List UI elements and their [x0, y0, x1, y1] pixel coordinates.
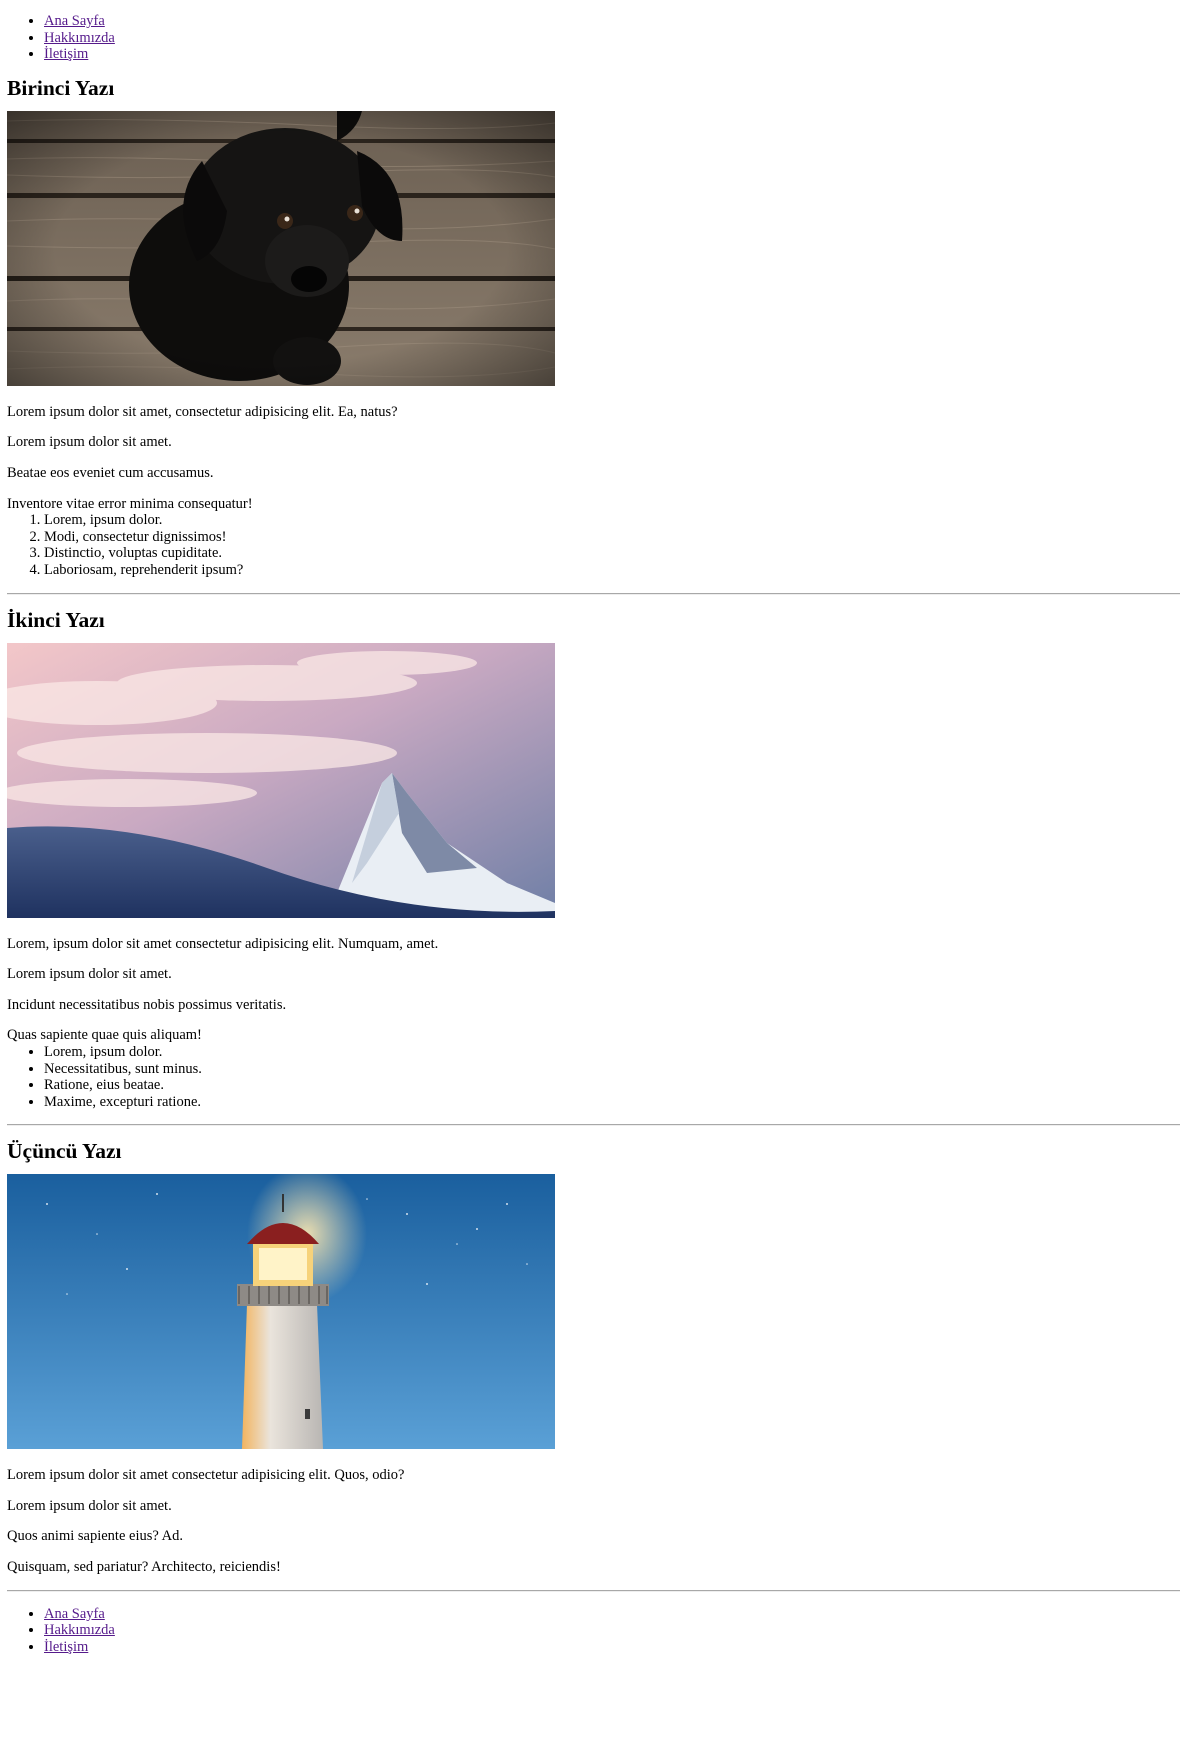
post-paragraph: Quisquam, sed pariatur? Architecto, reic… [7, 1559, 281, 1576]
lighthouse-image [7, 1174, 555, 1450]
post-paragraph: Lorem ipsum dolor sit amet, consectetur … [7, 403, 398, 420]
nav-item: İletişim [44, 1639, 1180, 1656]
list-item: Ratione, eius beatae. [44, 1077, 1180, 1094]
nav-link-contact[interactable]: İletişim [44, 46, 88, 62]
list-item: Maxime, excepturi ratione. [44, 1094, 1180, 1111]
section-divider [7, 1589, 1180, 1592]
post-title: Üçüncü Yazı [7, 1139, 122, 1164]
nav-item: Ana Sayfa [44, 1606, 1180, 1623]
unordered-list: Lorem, ipsum dolor. Necessitatibus, sunt… [7, 1044, 1180, 1110]
nav-link-home[interactable]: Ana Sayfa [44, 13, 105, 29]
footer-link-contact[interactable]: İletişim [44, 1639, 88, 1655]
list-item: Necessitatibus, sunt minus. [44, 1061, 1180, 1078]
post-paragraph: Beatae eos eveniet cum accusamus. [7, 464, 214, 481]
puppy-image [7, 110, 555, 386]
mountain-image [7, 642, 555, 918]
post-paragraph: Quos animi sapiente eius? Ad. [7, 1528, 183, 1545]
post-paragraph: Lorem, ipsum dolor sit amet consectetur … [7, 935, 439, 952]
footer-link-home[interactable]: Ana Sayfa [44, 1606, 105, 1622]
post-title: İkinci Yazı [7, 607, 105, 632]
page: Ana Sayfa Hakkımızda İletişim Birinci Ya… [0, 0, 1187, 1655]
nav-item: Hakkımızda [44, 1622, 1180, 1639]
list-item: Modi, consectetur dignissimos! [44, 529, 1180, 546]
post-paragraph: Inventore vitae error minima consequatur… [7, 495, 253, 512]
nav-item: Ana Sayfa [44, 13, 1180, 30]
section-divider [7, 592, 1180, 595]
nav-item: Hakkımızda [44, 30, 1180, 47]
list-item: Laboriosam, reprehenderit ipsum? [44, 562, 1180, 579]
list-item: Lorem, ipsum dolor. [44, 512, 1180, 529]
list-item: Distinctio, voluptas cupiditate. [44, 545, 1180, 562]
post-paragraph: Lorem ipsum dolor sit amet. [7, 434, 172, 451]
footer-link-about[interactable]: Hakkımızda [44, 1622, 115, 1638]
post-paragraph: Lorem ipsum dolor sit amet. [7, 966, 172, 983]
ordered-list: Lorem, ipsum dolor. Modi, consectetur di… [7, 512, 1180, 578]
footer-nav: Ana Sayfa Hakkımızda İletişim [7, 1606, 1180, 1656]
post-paragraph: Quas sapiente quae quis aliquam! [7, 1027, 202, 1044]
post-paragraph: Incidunt necessitatibus nobis possimus v… [7, 996, 287, 1013]
top-nav: Ana Sayfa Hakkımızda İletişim [7, 13, 1180, 63]
list-item: Lorem, ipsum dolor. [44, 1044, 1180, 1061]
nav-link-about[interactable]: Hakkımızda [44, 30, 115, 46]
post-paragraph: Lorem ipsum dolor sit amet consectetur a… [7, 1467, 405, 1484]
nav-item: İletişim [44, 46, 1180, 63]
post-paragraph: Lorem ipsum dolor sit amet. [7, 1497, 172, 1514]
post-title: Birinci Yazı [7, 75, 115, 100]
section-divider [7, 1124, 1180, 1127]
